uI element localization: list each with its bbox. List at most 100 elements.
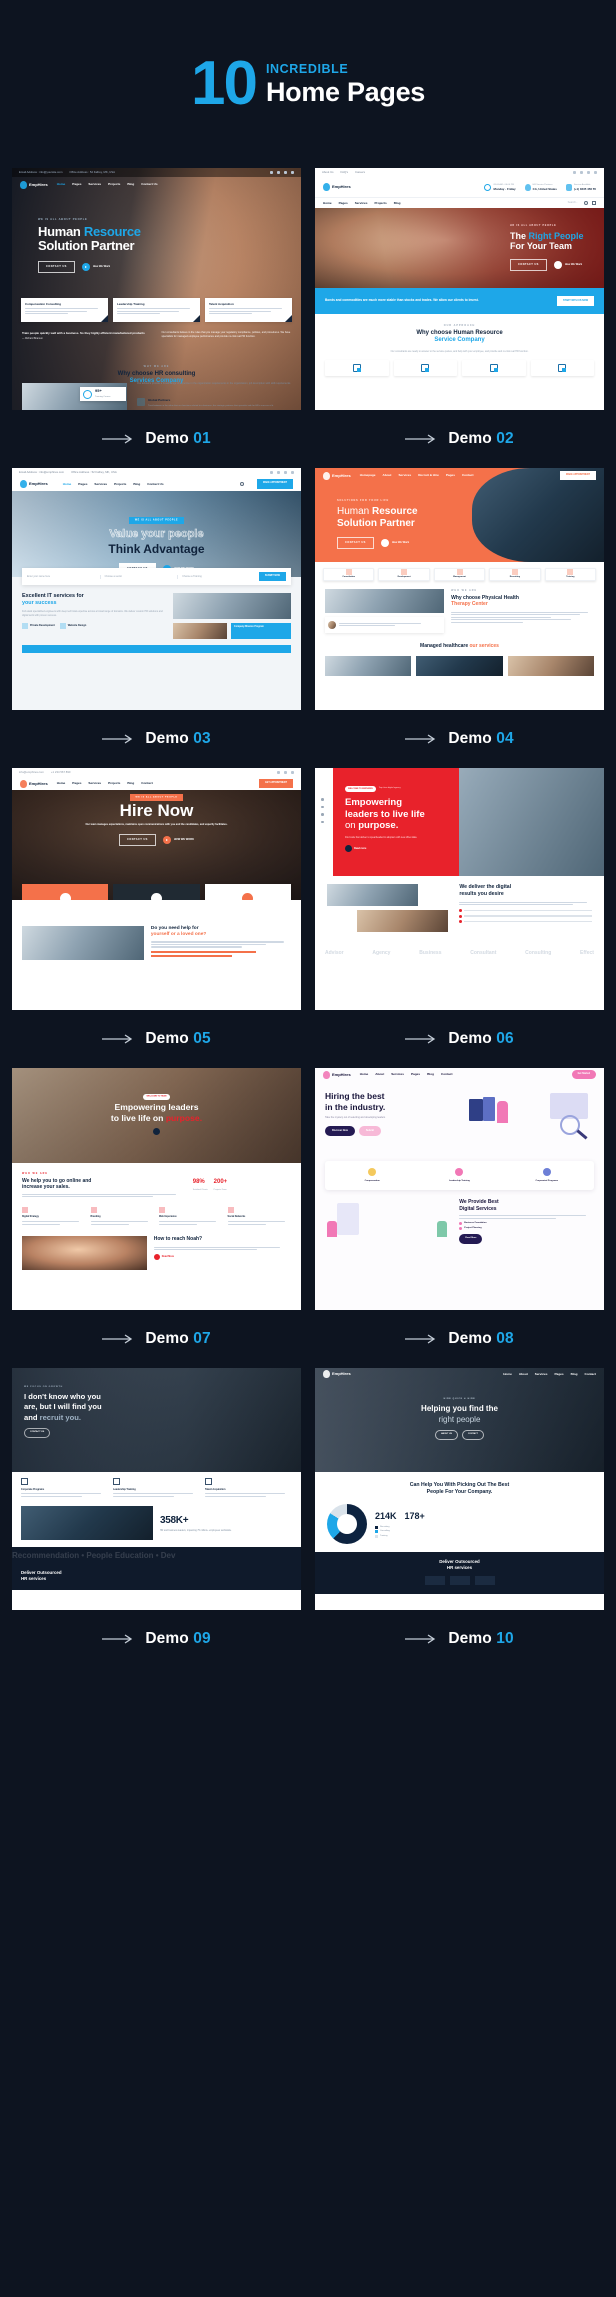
mini-card-01b[interactable]: Leadership Training: [113, 298, 200, 322]
feature-card-09b[interactable]: Leadership Training: [113, 1478, 200, 1498]
service-tile-04a[interactable]: Consultation: [323, 568, 375, 581]
nav-item-pages[interactable]: Pages: [446, 473, 455, 478]
feature-card-09a[interactable]: Corporate Programs: [21, 1478, 108, 1498]
hero-cta-01[interactable]: CONTACT US: [38, 260, 75, 274]
mini-card-01a[interactable]: Compensation Consulting: [21, 298, 108, 322]
demo-thumbnail-04[interactable]: EmpHires Homepage About Services Recruit…: [315, 468, 604, 710]
logo-03[interactable]: EmpHires: [20, 480, 48, 488]
demo-label-04[interactable]: Demo 04: [315, 710, 604, 768]
nav-item-projects[interactable]: Projects: [374, 201, 386, 206]
nav-item-homepage[interactable]: Homepage: [360, 473, 376, 478]
hero-cta-09[interactable]: CONTACT US: [24, 1427, 51, 1439]
nav-item-services[interactable]: Services: [535, 1372, 548, 1377]
hero-cta-circle-07[interactable]: [153, 1128, 160, 1135]
demo-label-07[interactable]: Demo 07: [12, 1310, 301, 1368]
nav-item-pages[interactable]: Pages: [554, 1372, 563, 1377]
feature-card-05c[interactable]: Employee Leadership: [204, 884, 291, 900]
nav-cta-08[interactable]: Get Started: [571, 1069, 596, 1080]
nav-item-contact[interactable]: Contact: [584, 1372, 596, 1377]
search-icon[interactable]: [239, 482, 244, 486]
nav-item-home[interactable]: Home: [503, 1372, 512, 1377]
panel-cta-08[interactable]: Read More: [459, 1234, 483, 1244]
nav-links-10[interactable]: Home About Services Pages Blog Contact: [503, 1372, 596, 1377]
nav-item-contact[interactable]: Contact Us: [141, 182, 157, 187]
feature-07b[interactable]: Branding: [90, 1206, 155, 1226]
nav-item-projects[interactable]: Projects: [108, 182, 120, 187]
nav-item-contact[interactable]: Contact: [441, 1072, 453, 1077]
hero-play-02[interactable]: How We Work: [553, 260, 582, 269]
hero-cta-02[interactable]: CONTACT US: [510, 258, 547, 272]
logo-04[interactable]: EmpHires: [323, 471, 351, 480]
demo-thumbnail-06[interactable]: WELCOME TO EMPHIRES Top class digital ag…: [315, 768, 604, 1010]
service-tile-04c[interactable]: Management: [433, 568, 486, 581]
hero-cta-secondary-08[interactable]: Submit: [358, 1125, 381, 1137]
hero-cta-primary-08[interactable]: Discover Now: [325, 1125, 355, 1137]
demo-thumbnail-07[interactable]: WELCOME TO TEAM Empowering leaders to li…: [12, 1068, 301, 1310]
cart-icon[interactable]: [592, 201, 596, 205]
mini-card-01c[interactable]: Talent Acquisition: [205, 298, 292, 322]
nav-cta-05[interactable]: GET APPOINTMENT: [259, 778, 293, 789]
feature-07d[interactable]: Social Networks: [227, 1206, 292, 1226]
nav-item-pages[interactable]: Pages: [72, 182, 81, 187]
nav-item-blog[interactable]: Blog: [127, 781, 134, 786]
feature-07c[interactable]: Web Experience: [159, 1206, 223, 1226]
service-tile-02b[interactable]: [393, 359, 457, 376]
hero-cta-05[interactable]: CONTACT US: [119, 834, 156, 847]
demo-thumbnail-09[interactable]: WE FOCUS ON GROWTH I don't know who you …: [12, 1368, 301, 1610]
form-field-name-03[interactable]: Enter your name here: [27, 574, 101, 579]
social-icons-03[interactable]: [270, 471, 294, 474]
nav-item-services[interactable]: Services: [398, 473, 411, 478]
nav-cta-03[interactable]: MAKE APPOINTMENT: [256, 479, 293, 489]
nav-item-pages[interactable]: Pages: [72, 781, 81, 786]
nav-item-services[interactable]: Services: [88, 182, 101, 187]
nav-links-05[interactable]: Home Pages Services Projects Blog Contac…: [57, 781, 153, 786]
nav-item-blog[interactable]: Blog: [133, 482, 140, 487]
nav-item-pages[interactable]: Pages: [339, 201, 348, 206]
feature-card-05b[interactable]: Strategic Partners: [113, 884, 200, 900]
service-tile-04e[interactable]: Training: [544, 568, 597, 581]
social-icons-01[interactable]: [270, 171, 294, 174]
search-icon[interactable]: [584, 201, 588, 205]
feature-07a[interactable]: Digital Strategy: [22, 1206, 86, 1226]
social-icons-02[interactable]: [573, 171, 597, 174]
nav-item-contact[interactable]: Contact: [141, 781, 153, 786]
logo-01[interactable]: EmpHires: [20, 180, 48, 189]
nav-item-home[interactable]: Home: [360, 1072, 369, 1077]
service-08b[interactable]: Leadership Training: [418, 1168, 500, 1183]
cta-bar-03[interactable]: [22, 645, 291, 654]
service-tile-02d[interactable]: [530, 359, 594, 376]
form-submit-03[interactable]: SUBMIT NOW: [258, 572, 286, 582]
nav-item-services[interactable]: Services: [88, 781, 101, 786]
hero-play-04[interactable]: How We Work: [380, 539, 409, 548]
service-tile-02a[interactable]: [325, 359, 389, 376]
nav-item-pages[interactable]: Pages: [411, 1072, 420, 1077]
demo-thumbnail-10[interactable]: EmpHires Home About Services Pages Blog …: [315, 1368, 604, 1610]
nav-item-home[interactable]: Home: [323, 201, 332, 206]
demo-label-05[interactable]: Demo 05: [12, 1010, 301, 1068]
service-08c[interactable]: Corporated Programs: [506, 1168, 588, 1183]
demo-label-02[interactable]: Demo 02: [315, 410, 604, 468]
hero-play-01[interactable]: How We Work: [81, 263, 110, 272]
feature-card-09c[interactable]: Talent Acquisition: [205, 1478, 292, 1498]
nav-item-services[interactable]: Services: [391, 1072, 404, 1077]
nav-item-home[interactable]: Home: [57, 781, 66, 786]
nav-links-02[interactable]: Home Pages Services Projects Blog: [323, 201, 401, 206]
social-icons-05[interactable]: [277, 771, 294, 774]
nav-item-projects[interactable]: Projects: [108, 781, 120, 786]
bottom-cta-07[interactable]: Read More: [153, 1254, 291, 1261]
search-input-02[interactable]: Search...: [568, 201, 578, 205]
nav-item-home[interactable]: Home: [57, 182, 66, 187]
nav-item-recruit[interactable]: Recruit & Hire: [418, 473, 439, 478]
hero-cta-1-10[interactable]: ABOUT US: [435, 1429, 458, 1441]
nav-item-services[interactable]: Services: [94, 482, 107, 487]
topbar-link-faq-02[interactable]: FAQ's: [341, 170, 349, 174]
demo-thumbnail-03[interactable]: Email Address : info@emphires.com Office…: [12, 468, 301, 710]
search-form-03[interactable]: Enter your name here Choose a sector Cho…: [22, 568, 291, 586]
service-tile-04b[interactable]: Development: [378, 568, 430, 581]
nav-item-blog[interactable]: Blog: [127, 182, 134, 187]
nav-links-03[interactable]: Home Pages Services Projects Blog Contac…: [63, 482, 164, 487]
nav-item-contact[interactable]: Contact: [462, 473, 474, 478]
hero-play-05[interactable]: HOW WE WORK: [162, 836, 194, 845]
topbar-link-careers-02[interactable]: Careers: [355, 170, 365, 174]
form-field-training-03[interactable]: Choose a Training: [182, 575, 255, 579]
